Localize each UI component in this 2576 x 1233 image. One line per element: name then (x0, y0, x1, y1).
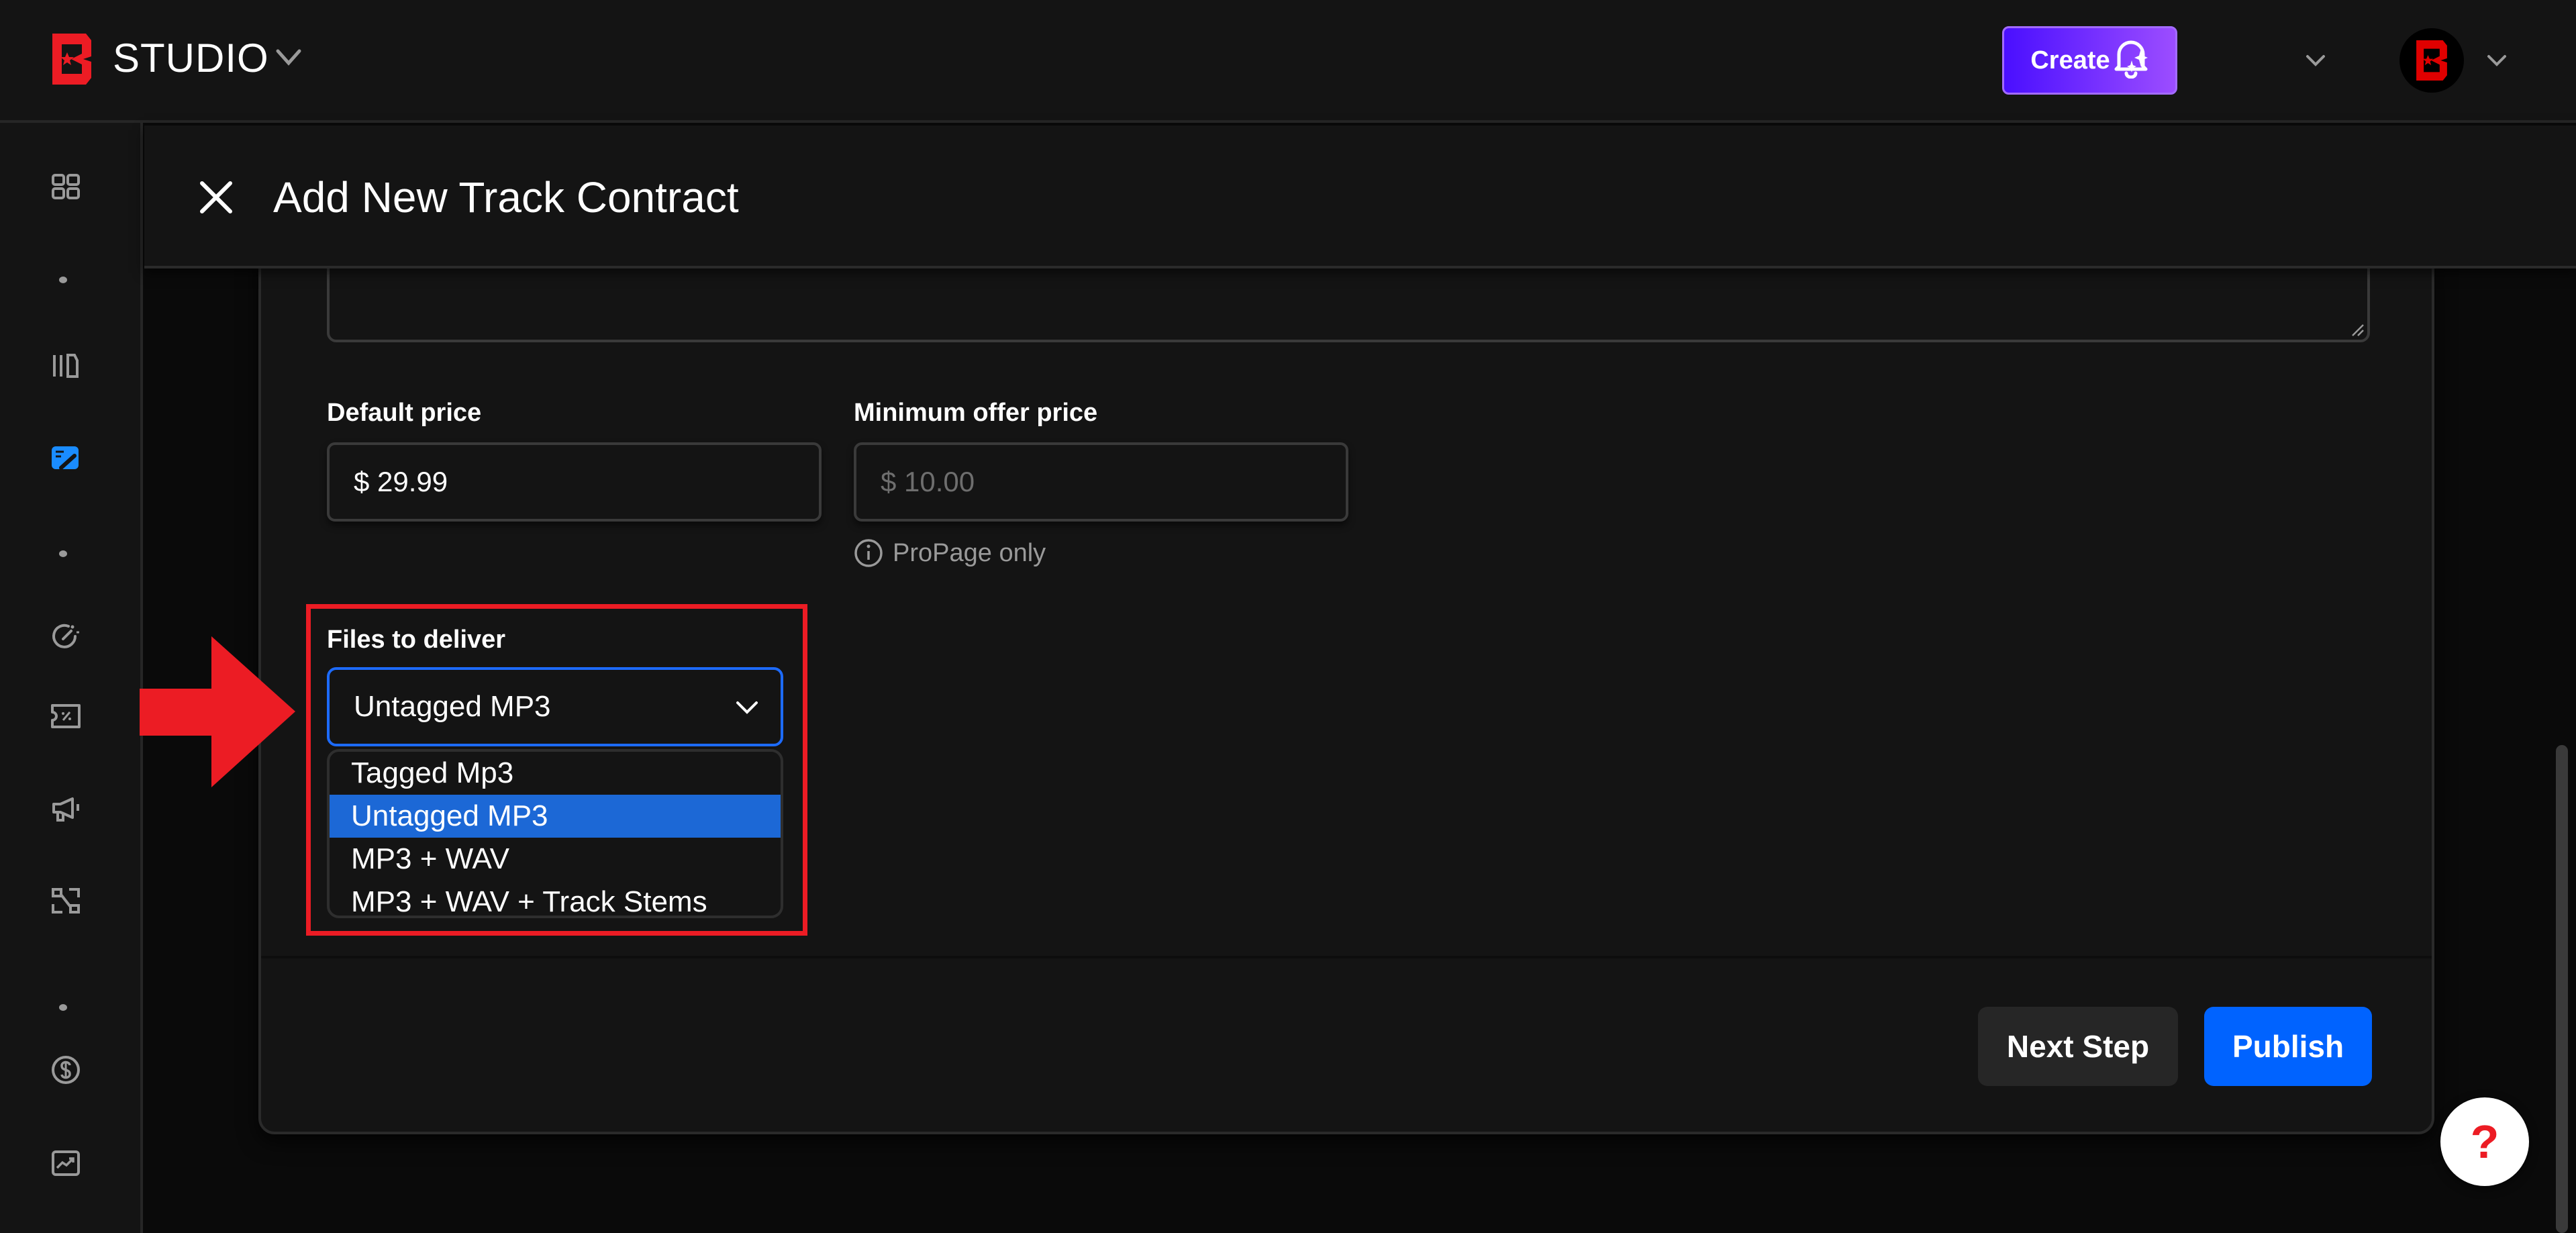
default-price-input[interactable]: $ 29.99 (327, 442, 822, 522)
help-button[interactable]: ? (2440, 1097, 2529, 1186)
dashboard-grid-icon (52, 174, 80, 199)
publish-button[interactable]: Publish (2204, 1007, 2372, 1086)
propage-hint: ProPage only (854, 538, 1046, 568)
modal-header: Add New Track Contract (144, 126, 2576, 268)
option-untagged-mp3[interactable]: Untagged MP3 (330, 795, 781, 838)
create-button-label: Create (2030, 46, 2110, 75)
footer-divider (261, 956, 2432, 958)
top-bar: STUDIO Create (0, 0, 2576, 123)
notification-bell-icon[interactable] (2111, 37, 2151, 79)
scrollbar-thumb[interactable] (2556, 745, 2568, 1233)
info-icon (854, 539, 883, 567)
files-to-deliver-select[interactable]: Untagged MP3 (327, 667, 783, 746)
default-price-label: Default price (327, 399, 482, 427)
modal-title: Add New Track Contract (273, 173, 739, 221)
studio-logo-icon[interactable] (52, 34, 91, 85)
sidebar-separator-dot (59, 1004, 67, 1011)
megaphone-icon (52, 797, 79, 822)
trend-chart-icon (52, 1150, 80, 1176)
option-mp3-wav[interactable]: MP3 + WAV (330, 838, 781, 881)
sidebar-item-dashboard[interactable] (51, 172, 81, 202)
user-avatar[interactable] (2399, 28, 2464, 93)
sidebar-separator-dot (59, 277, 67, 283)
chevron-down-icon (736, 701, 758, 714)
sidebar-item-analytics[interactable] (51, 622, 81, 651)
sidebar-separator-dot (59, 550, 67, 557)
sidebar (0, 123, 143, 1233)
discount-ticket-icon (51, 704, 81, 728)
close-icon[interactable] (198, 179, 234, 215)
propage-hint-text: ProPage only (893, 538, 1046, 567)
help-question-icon: ? (2470, 1116, 2499, 1168)
brand-name[interactable]: STUDIO (113, 35, 269, 81)
sidebar-item-earnings[interactable] (51, 1055, 81, 1085)
account-chevron-down-icon[interactable] (2486, 52, 2508, 68)
next-step-button[interactable]: Next Step (1978, 1007, 2178, 1086)
avatar-logo-icon (2416, 40, 2447, 81)
option-mp3-wav-stems[interactable]: MP3 + WAV + Track Stems (330, 881, 781, 916)
files-to-deliver-label: Files to deliver (327, 626, 506, 654)
sidebar-item-library[interactable] (51, 351, 81, 381)
default-price-value: $ 29.99 (354, 466, 448, 497)
sidebar-item-discounts[interactable] (51, 701, 81, 731)
minimum-offer-price-input[interactable]: $ 10.00 (854, 442, 1348, 522)
sidebar-item-marketing[interactable] (51, 795, 81, 824)
contracts-icon (52, 446, 79, 470)
files-to-deliver-options: Tagged Mp3 Untagged MP3 MP3 + WAV MP3 + … (327, 749, 783, 918)
resize-handle-icon[interactable] (2350, 322, 2365, 337)
sidebar-item-contracts[interactable] (51, 444, 81, 473)
chevron-down-icon[interactable] (274, 46, 303, 68)
collaboration-icon (52, 888, 80, 914)
notifications-chevron-down-icon[interactable] (2305, 52, 2326, 68)
contract-form-card: 5000 Distribution Copies Default price $… (258, 191, 2434, 1134)
sidebar-item-stats[interactable] (51, 1148, 81, 1178)
analytics-dial-icon (52, 624, 79, 648)
library-icon (53, 354, 79, 378)
annotation-arrow-icon (140, 636, 295, 787)
option-tagged-mp3[interactable]: Tagged Mp3 (330, 752, 781, 795)
minimum-offer-price-placeholder: $ 10.00 (881, 466, 975, 497)
minimum-offer-price-label: Minimum offer price (854, 399, 1098, 427)
dollar-circle-icon (52, 1056, 80, 1084)
files-to-deliver-selected: Untagged MP3 (354, 690, 551, 723)
sidebar-item-collaborations[interactable] (51, 887, 81, 916)
